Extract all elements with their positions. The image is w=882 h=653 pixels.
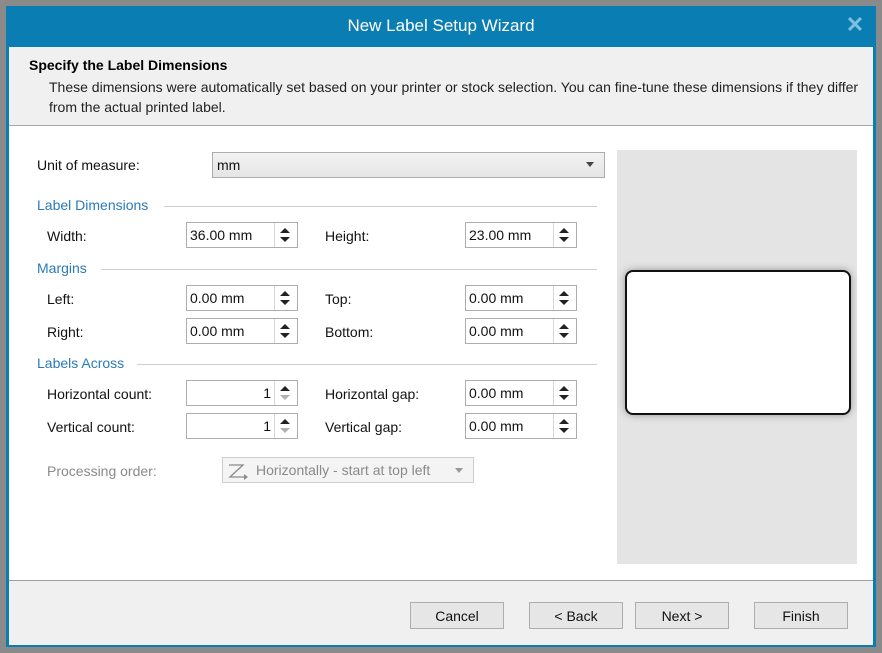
window-title: New Label Setup Wizard [347,16,535,35]
top-margin-spinner [465,285,577,311]
processing-order-label: Processing order: [47,463,157,479]
decrement-icon [280,395,290,400]
left-margin-label: Left: [47,291,75,307]
width-spinner [186,222,298,248]
decrement-icon[interactable] [559,428,569,433]
wizard-footer: Cancel < Back Next > Finish [9,580,873,645]
increment-icon[interactable] [280,228,290,233]
horizontal-count-label: Horizontal count: [47,386,153,402]
increment-icon[interactable] [280,386,290,391]
decrement-icon[interactable] [559,333,569,338]
vertical-gap-label: Vertical gap: [325,419,403,435]
increment-icon[interactable] [280,291,290,296]
height-input[interactable] [466,223,554,247]
page-description: These dimensions were automatically set … [49,79,859,115]
vertical-gap-input[interactable] [466,414,554,438]
bottom-margin-input[interactable] [466,319,554,343]
decrement-icon[interactable] [280,300,290,305]
divider [137,364,597,365]
increment-icon[interactable] [280,419,290,424]
label-preview [617,150,857,564]
page-title: Specify the Label Dimensions [29,57,228,73]
cancel-button[interactable]: Cancel [410,602,504,629]
finish-button[interactable]: Finish [754,602,848,629]
processing-order-select: Horizontally - start at top left [222,457,474,483]
increment-icon[interactable] [280,324,290,329]
decrement-icon[interactable] [280,333,290,338]
bottom-margin-label: Bottom: [325,324,374,340]
vertical-count-label: Vertical count: [47,419,135,435]
height-label: Height: [325,228,370,244]
vertical-gap-spinner [465,413,577,439]
right-margin-spinner [186,318,298,344]
height-spinner [465,222,577,248]
processing-order-value: Horizontally - start at top left [256,462,431,478]
title-bar: New Label Setup Wizard ✕ [6,6,876,46]
left-margin-spinner [186,285,298,311]
top-margin-label: Top: [325,291,352,307]
unit-select[interactable]: mm [212,152,605,178]
increment-icon[interactable] [559,324,569,329]
wizard-window: New Label Setup Wizard ✕ Specify the Lab… [6,6,876,647]
decrement-icon[interactable] [559,395,569,400]
divider [164,206,597,207]
increment-icon[interactable] [559,419,569,424]
decrement-icon[interactable] [559,237,569,242]
section-labels-across: Labels Across [37,355,125,371]
back-button[interactable]: < Back [529,602,623,629]
page-header: Specify the Label Dimensions These dimen… [9,47,873,126]
z-order-icon [228,464,248,480]
horizontal-gap-spinner [465,380,577,406]
unit-value: mm [217,157,241,173]
vertical-count-spinner [186,413,298,439]
next-button[interactable]: Next > [635,602,729,629]
label-preview-shape [625,270,851,415]
top-margin-input[interactable] [466,286,554,310]
increment-icon[interactable] [559,291,569,296]
chevron-down-icon [455,468,463,473]
right-margin-input[interactable] [187,319,275,343]
close-icon[interactable]: ✕ [844,14,866,36]
section-margins: Margins [37,260,87,276]
decrement-icon [280,428,290,433]
increment-icon[interactable] [559,386,569,391]
horizontal-count-spinner [186,380,298,406]
section-label-dimensions: Label Dimensions [37,197,149,213]
right-margin-label: Right: [47,324,84,340]
wizard-content: Specify the Label Dimensions These dimen… [9,47,873,645]
increment-icon[interactable] [559,228,569,233]
decrement-icon[interactable] [559,300,569,305]
horizontal-gap-label: Horizontal gap: [325,386,420,402]
vertical-count-input[interactable] [187,414,275,438]
width-label: Width: [47,228,87,244]
horizontal-gap-input[interactable] [466,381,554,405]
divider [101,269,597,270]
horizontal-count-input[interactable] [187,381,275,405]
width-input[interactable] [187,223,275,247]
left-margin-input[interactable] [187,286,275,310]
decrement-icon[interactable] [280,237,290,242]
unit-label: Unit of measure: [37,157,140,173]
chevron-down-icon [586,162,594,167]
bottom-margin-spinner [465,318,577,344]
